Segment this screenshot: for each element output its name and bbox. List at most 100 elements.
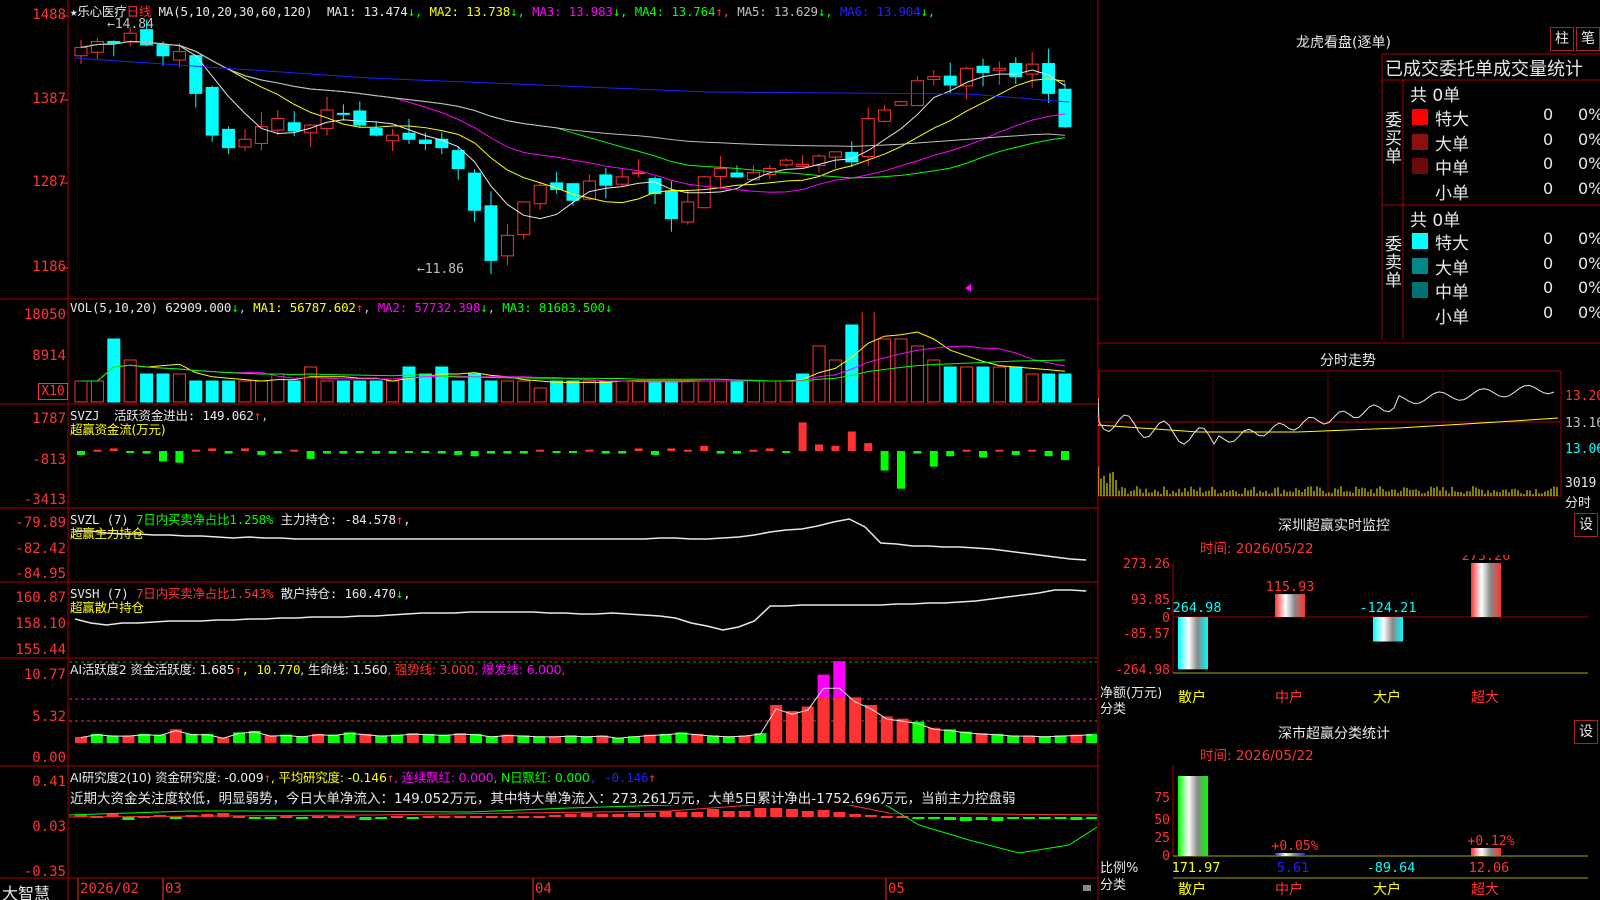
candle-body xyxy=(533,184,547,205)
vol-unit-badge: X10 xyxy=(38,383,68,400)
flow-bar xyxy=(273,451,282,454)
marker-icon xyxy=(965,284,971,292)
candle-body xyxy=(582,180,596,200)
sz-monitor-chart[interactable]: 273.2693.850-85.57-264.98-264.98散户115.93… xyxy=(1098,555,1600,715)
research-bar xyxy=(991,817,1004,821)
order-count: 0 xyxy=(1543,302,1554,322)
research-bar xyxy=(1086,817,1097,819)
flow-bar xyxy=(388,451,397,454)
research-bar xyxy=(248,817,261,819)
monitor-value: 115.93 xyxy=(1266,579,1315,595)
price-tick: 1186 xyxy=(32,259,66,275)
activity-bar xyxy=(833,697,846,743)
volume-bar xyxy=(828,359,842,403)
volume-bar xyxy=(746,380,760,403)
order-pct: 0% xyxy=(1578,129,1600,149)
flow-bar xyxy=(77,451,85,455)
volume-bar xyxy=(140,373,154,403)
ai-research-comment: 近期大资金关注度较低，明显弱势，今日大单净流入：149.052万元，其中特大单净… xyxy=(70,791,1016,807)
flow-bar xyxy=(897,451,905,489)
flow-bar xyxy=(191,449,200,452)
intraday-tick: 13.20 xyxy=(1565,389,1600,404)
volume-bar xyxy=(1025,373,1039,403)
buy-total: 共 0单 xyxy=(1410,86,1461,106)
flow-bar xyxy=(355,451,364,453)
order-pct: 0% xyxy=(1578,105,1600,124)
flow-bar xyxy=(1011,451,1020,455)
volume-bar xyxy=(254,380,268,403)
research-bar xyxy=(817,810,830,817)
research-bar xyxy=(675,812,688,817)
research-bar xyxy=(880,816,893,818)
monitor-value: -124.21 xyxy=(1360,600,1417,616)
order-pct: 0% xyxy=(1578,178,1600,198)
candle-body xyxy=(484,205,498,261)
settings-button[interactable]: 设 xyxy=(1574,720,1598,744)
candle-body xyxy=(402,132,416,140)
volume-bar xyxy=(484,380,498,403)
svzl-chart[interactable] xyxy=(69,509,1097,581)
volume-bar xyxy=(697,380,711,403)
candle-body xyxy=(878,109,892,122)
class-bar xyxy=(1178,776,1208,856)
research-bar xyxy=(959,817,972,821)
volume-bar xyxy=(714,380,728,403)
intraday-chart[interactable] xyxy=(1098,370,1600,512)
candle-body xyxy=(222,128,236,149)
volume-bar xyxy=(156,373,170,403)
ai-research-last: , -0.146 xyxy=(589,770,649,785)
candle-body xyxy=(992,67,1006,71)
flow-bar xyxy=(93,449,102,452)
kline-chart[interactable] xyxy=(69,14,1097,298)
svzj-chart[interactable] xyxy=(69,405,1097,507)
volume-bar xyxy=(632,380,646,403)
monitor-category: 中户 xyxy=(1275,689,1303,706)
research-bar xyxy=(391,816,403,818)
settings-button[interactable]: 设 xyxy=(1574,513,1598,537)
flow-bar xyxy=(798,422,807,451)
buy-side-label: 委买单 xyxy=(1385,111,1402,167)
flow-bar xyxy=(421,451,430,453)
candle-body xyxy=(517,201,531,236)
activity-bar xyxy=(865,705,877,743)
candle-body xyxy=(828,151,842,158)
candle-body xyxy=(894,101,908,106)
volume-bar xyxy=(910,345,924,403)
monitor-tick: -85.57 xyxy=(1123,627,1170,642)
svzj-tick: -3413 xyxy=(23,492,66,508)
flow-bar xyxy=(519,451,528,454)
volume-bar xyxy=(845,324,859,403)
class-category: 超大 xyxy=(1471,882,1499,898)
flow-bar xyxy=(634,448,643,451)
activity-bar xyxy=(233,732,245,743)
ai-active-chart[interactable] xyxy=(69,659,1097,765)
candle-body xyxy=(369,128,383,136)
volume-bar xyxy=(615,380,629,403)
volume-bar xyxy=(582,380,596,403)
ai-active-tick: 10.77 xyxy=(23,667,66,683)
svsh-chart[interactable] xyxy=(69,583,1097,657)
research-bar xyxy=(691,812,704,817)
flow-bar xyxy=(552,451,561,453)
volume-chart[interactable] xyxy=(69,312,1097,403)
candle-body xyxy=(386,134,400,142)
volume-bar xyxy=(90,380,104,403)
volume-bar xyxy=(500,380,514,403)
volume-bar xyxy=(402,366,416,403)
arrow-up-icon: ↑ xyxy=(386,770,395,785)
volume-bar xyxy=(435,366,449,403)
order-color-swatch xyxy=(1412,158,1428,174)
flow-bar xyxy=(831,445,840,451)
ai-active-tick: 5.32 xyxy=(32,709,66,725)
volume-bar xyxy=(730,380,744,403)
price-axis: 1488 1387 1287 1186 xyxy=(0,0,68,299)
candle-body xyxy=(681,201,695,223)
activity-bar xyxy=(880,716,893,743)
sz-class-chart[interactable]: 75 50 25 0171.97 散户 +0.05% 5.61 中户 -89.64 大户 +0.12… xyxy=(1098,760,1600,900)
candle-body xyxy=(1058,88,1072,128)
retail-holding-line xyxy=(74,589,1087,631)
research-bar xyxy=(643,813,656,817)
ai-research-chart[interactable] xyxy=(69,805,1097,877)
intraday-tick: 13.06 xyxy=(1565,442,1600,457)
class-tick: 0 xyxy=(1162,849,1170,864)
